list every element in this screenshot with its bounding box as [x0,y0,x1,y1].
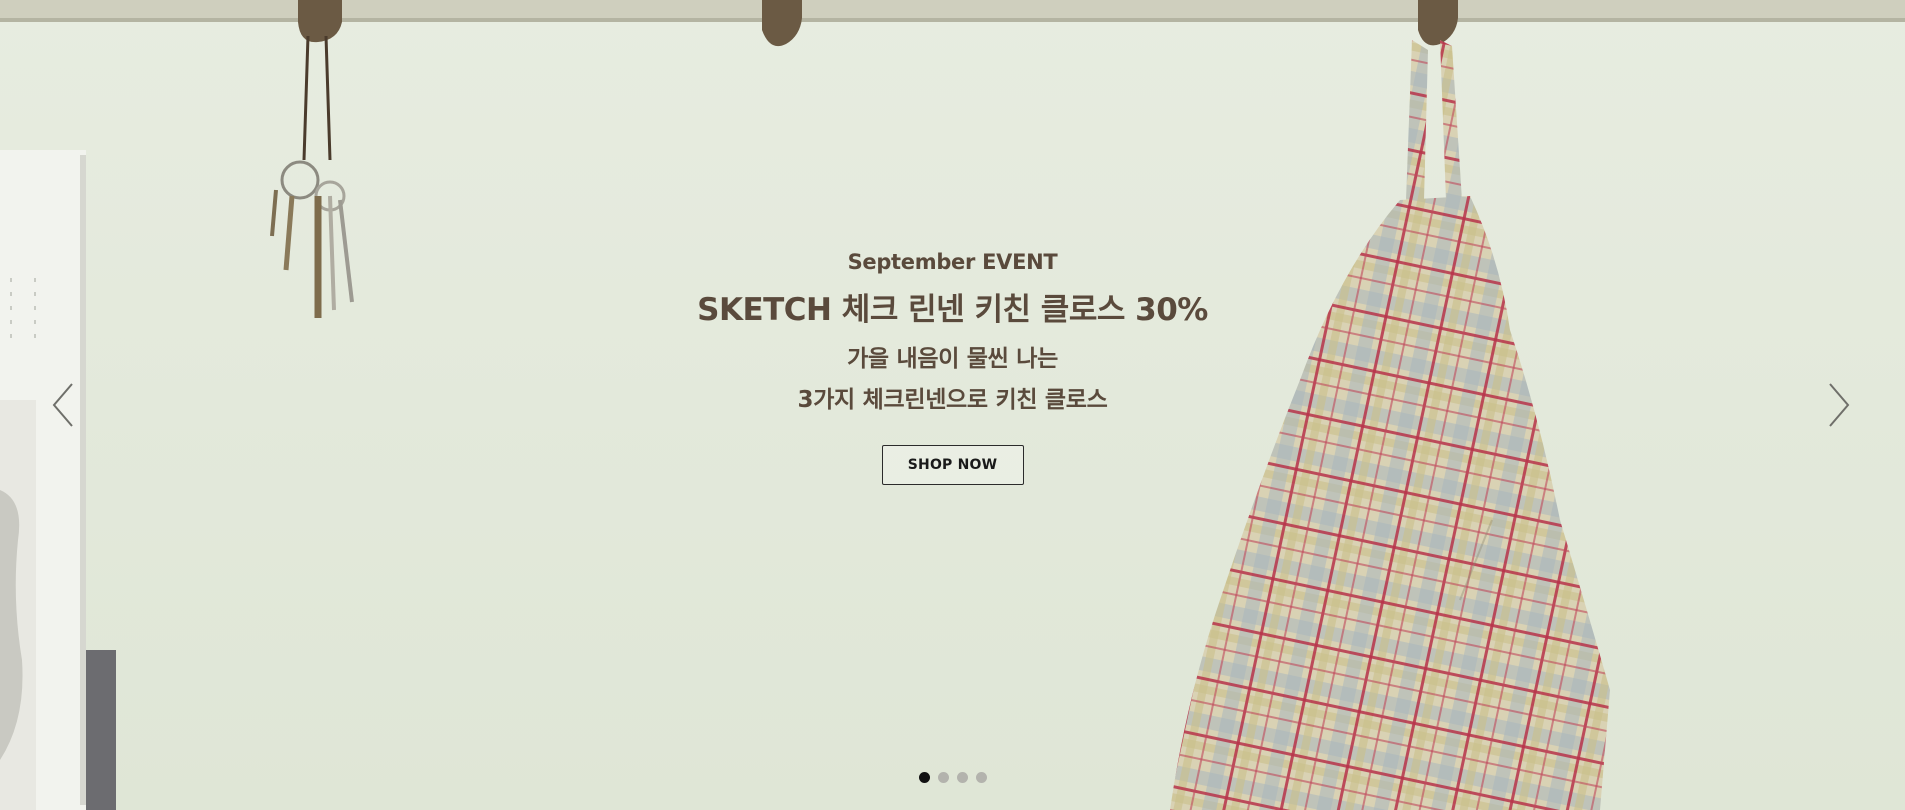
event-headline: SKETCH 체크 린넨 키친 클로스 30% [697,292,1208,328]
pagination-dot-3[interactable] [956,772,968,783]
shop-now-button[interactable]: SHOP NOW [881,445,1024,485]
event-description-line2: 3가지 체크린넨으로 키친 클로스 [797,387,1108,413]
pagination-dot-4[interactable] [975,772,987,783]
event-eyebrow: September EVENT [847,250,1058,274]
hero-caption: September EVENT SKETCH 체크 린넨 키친 클로스 30% … [0,244,1905,485]
pagination-dot-1[interactable] [918,772,930,783]
chevron-left-icon [52,383,73,427]
prev-slide-button[interactable] [46,380,86,430]
slide-pagination [0,772,1905,783]
pagination-dot-2[interactable] [937,772,949,783]
next-slide-button[interactable] [1820,380,1860,430]
hero-slider: September EVENT SKETCH 체크 린넨 키친 클로스 30% … [0,0,1905,810]
chevron-right-icon [1829,383,1850,427]
event-description-line1: 가을 내음이 물씬 나는 [847,346,1058,372]
